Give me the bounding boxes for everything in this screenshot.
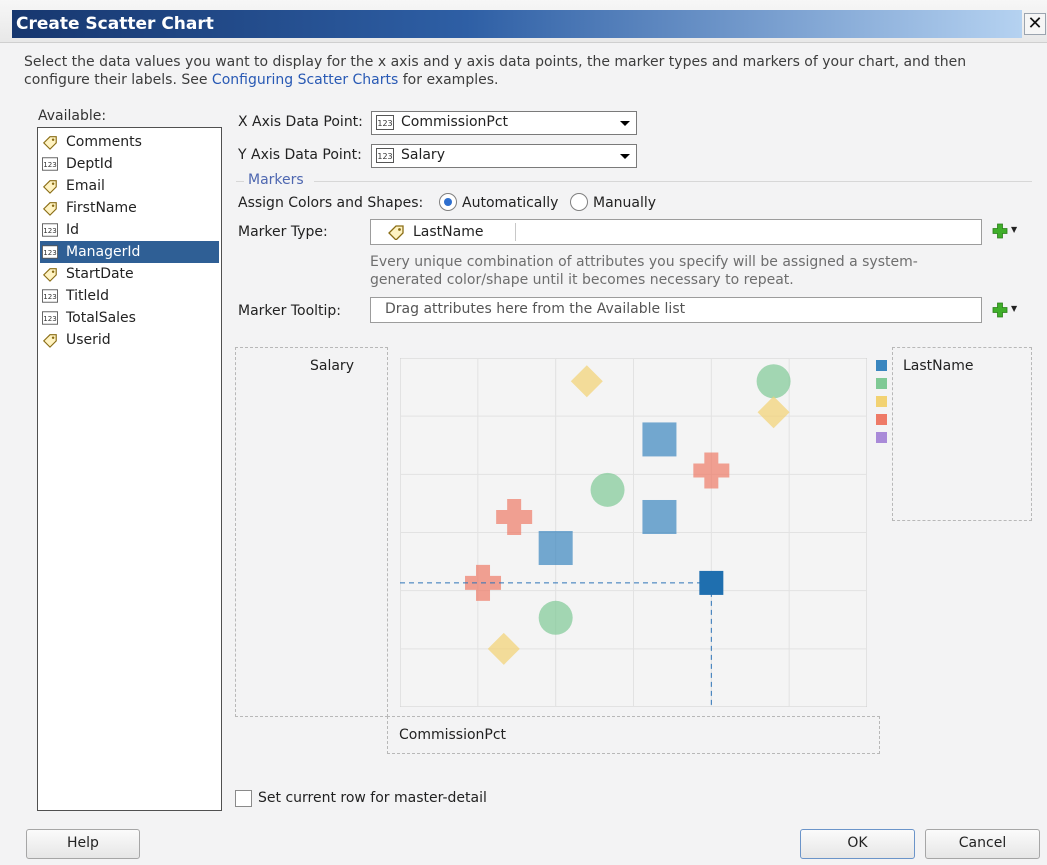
available-item-managerid[interactable]: 123 ManagerId (40, 241, 219, 263)
dialog-title: Create Scatter Chart (16, 14, 214, 34)
scatter-point-square (642, 499, 677, 534)
marker-tooltip-placeholder: Drag attributes here from the Available … (385, 301, 686, 317)
tag-icon (42, 178, 58, 194)
number-icon: 123 (42, 310, 58, 326)
available-item-id[interactable]: 123 Id (40, 219, 219, 241)
svg-text:123: 123 (377, 152, 392, 161)
cancel-button[interactable]: Cancel (925, 829, 1040, 859)
available-item-email[interactable]: Email (40, 175, 219, 197)
number-icon: 123 (376, 148, 394, 163)
available-item-label: Comments (66, 134, 142, 150)
svg-text:123: 123 (43, 248, 57, 257)
svg-text:123: 123 (377, 119, 392, 128)
available-item-label: DeptId (66, 156, 113, 172)
manually-label: Manually (593, 195, 657, 211)
number-icon: 123 (42, 244, 58, 260)
scatter-point-circle (590, 472, 625, 507)
chevron-down-icon (620, 121, 630, 126)
scatter-point-square (538, 531, 573, 566)
marker-tooltip-drop-field[interactable]: Drag attributes here from the Available … (370, 297, 982, 323)
dialog-description: Select the data values you want to displ… (24, 53, 1019, 89)
available-item-label: FirstName (66, 200, 137, 216)
ok-button[interactable]: OK (800, 829, 915, 859)
available-item-startdate[interactable]: StartDate (40, 263, 219, 285)
help-button[interactable]: Help (26, 829, 140, 859)
markers-divider-left (236, 181, 244, 182)
x-axis-value: CommissionPct (401, 114, 509, 130)
available-item-firstname[interactable]: FirstName (40, 197, 219, 219)
marker-tooltip-label: Marker Tooltip: (238, 303, 342, 319)
marker-type-label: Marker Type: (238, 224, 328, 240)
number-icon: 123 (42, 288, 58, 304)
legend-swatch-1 (876, 360, 887, 371)
legend-swatch-3 (876, 396, 887, 407)
available-item-label: Email (66, 178, 105, 194)
automatically-label: Automatically (462, 195, 559, 211)
available-item-label: TitleId (66, 288, 110, 304)
description-text-end: for examples. (402, 72, 499, 88)
master-detail-label: Set current row for master-detail (258, 790, 487, 806)
svg-text:123: 123 (43, 160, 57, 169)
scatter-point-circle (538, 600, 573, 635)
tag-icon (42, 134, 58, 150)
marker-type-chip[interactable]: LastName (377, 223, 516, 241)
x-axis-drop-zone-label: CommissionPct (399, 727, 507, 743)
svg-text:123: 123 (43, 292, 57, 301)
y-axis-dropdown[interactable]: 123 Salary (371, 144, 637, 168)
scatter-preview-plot (400, 358, 867, 707)
x-axis-label: X Axis Data Point: (238, 114, 363, 130)
available-item-comments[interactable]: Comments (40, 131, 219, 153)
configuring-scatter-charts-link[interactable]: Configuring Scatter Charts (212, 72, 398, 88)
markers-section-title: Markers (248, 172, 304, 188)
master-detail-checkbox[interactable] (235, 790, 252, 807)
marker-type-drop-field[interactable]: LastName (370, 219, 982, 245)
available-item-label: ManagerId (66, 244, 141, 260)
manually-radio[interactable] (570, 193, 588, 211)
available-item-userid[interactable]: Userid (40, 329, 219, 351)
available-item-titleid[interactable]: 123 TitleId (40, 285, 219, 307)
close-button[interactable]: ✕ (1024, 13, 1046, 35)
add-marker-type-plus-icon[interactable] (992, 223, 1008, 239)
markers-divider-right (314, 181, 1032, 182)
available-item-label: StartDate (66, 266, 134, 282)
scatter-point-square (699, 570, 724, 595)
y-axis-drop-zone[interactable] (235, 347, 388, 717)
tag-icon (42, 332, 58, 348)
svg-text:123: 123 (43, 226, 57, 235)
y-axis-drop-zone-label: Salary (310, 358, 354, 374)
marker-type-hint: Every unique combination of attributes y… (370, 254, 918, 288)
assign-colors-label: Assign Colors and Shapes: (238, 195, 424, 211)
number-icon: 123 (42, 156, 58, 172)
available-label: Available: (38, 108, 107, 124)
tag-icon (42, 266, 58, 282)
svg-text:123: 123 (43, 314, 57, 323)
add-marker-type-dropdown-icon[interactable]: ▼ (1011, 225, 1017, 234)
add-marker-tooltip-plus-icon[interactable] (992, 302, 1008, 318)
available-list[interactable]: Comments 123 DeptId Email FirstName 123 Id 123 M… (37, 127, 222, 811)
legend-title: LastName (903, 358, 974, 374)
available-item-label: Userid (66, 332, 111, 348)
tag-icon (388, 225, 404, 240)
add-marker-tooltip-dropdown-icon[interactable]: ▼ (1011, 304, 1017, 313)
close-icon: ✕ (1027, 13, 1043, 34)
x-axis-dropdown[interactable]: 123 CommissionPct (371, 111, 637, 135)
legend-swatch-2 (876, 378, 887, 389)
scatter-point-circle (756, 364, 791, 399)
available-item-label: TotalSales (66, 310, 136, 326)
y-axis-label: Y Axis Data Point: (238, 147, 362, 163)
legend-swatches (876, 360, 888, 446)
number-icon: 123 (42, 222, 58, 238)
y-axis-value: Salary (401, 147, 445, 163)
automatically-radio[interactable] (439, 193, 457, 211)
tag-icon (42, 200, 58, 216)
scatter-point-square (642, 422, 677, 457)
available-item-deptid[interactable]: 123 DeptId (40, 153, 219, 175)
legend-swatch-4 (876, 414, 887, 425)
chevron-down-icon (620, 154, 630, 159)
marker-type-value: LastName (413, 224, 484, 240)
available-item-label: Id (66, 222, 80, 238)
available-item-totalsales[interactable]: 123 TotalSales (40, 307, 219, 329)
legend-swatch-5 (876, 432, 887, 443)
number-icon: 123 (376, 115, 394, 130)
